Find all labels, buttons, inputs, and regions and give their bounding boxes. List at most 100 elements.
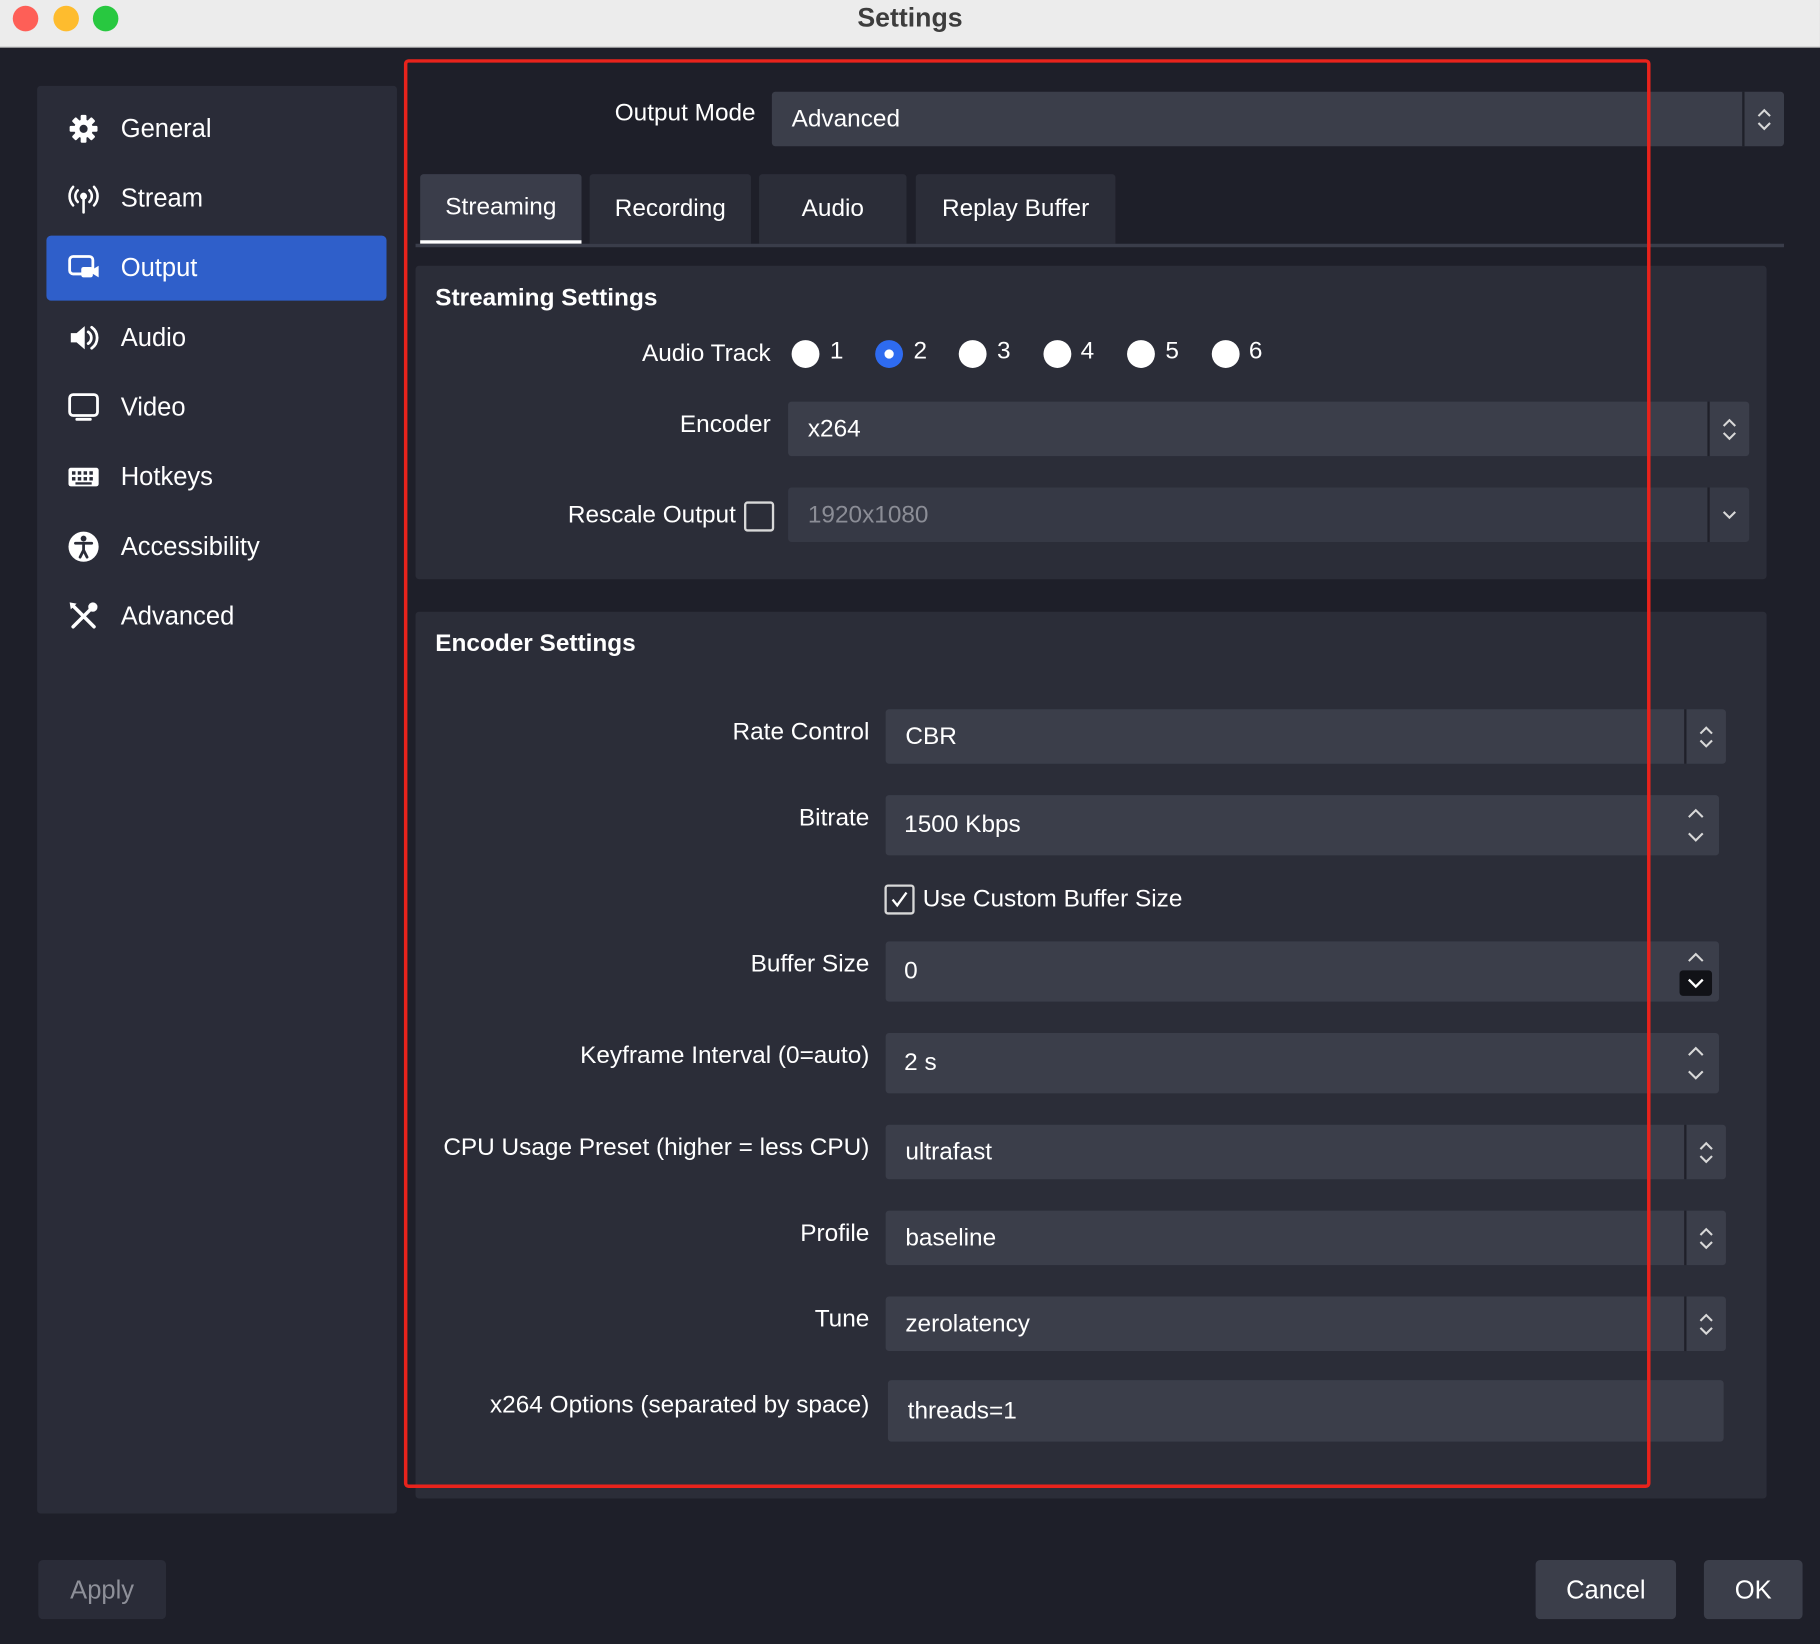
x264-options-input[interactable]: threads=1 xyxy=(887,1380,1724,1442)
checkmark-icon xyxy=(891,891,908,908)
audio-track-radio-5[interactable] xyxy=(1127,340,1155,368)
sidebar-item-label: Output xyxy=(120,253,198,283)
sidebar-item-label: Video xyxy=(120,392,186,422)
audio-track-option-label: 2 xyxy=(913,337,928,365)
chevron-down-icon xyxy=(1687,978,1704,989)
tab-streaming[interactable]: Streaming xyxy=(420,174,582,244)
sidebar-item-audio[interactable]: Audio xyxy=(46,305,386,370)
cpu-preset-select[interactable]: ultrafast xyxy=(885,1124,1726,1180)
profile-label: Profile xyxy=(800,1219,870,1247)
output-icon xyxy=(68,255,99,278)
tab-label: Recording xyxy=(614,194,726,222)
sidebar-item-label: Hotkeys xyxy=(120,461,213,491)
audio-track-option-label: 3 xyxy=(997,337,1011,365)
tools-icon xyxy=(69,602,98,629)
x264-options-label: x264 Options (separated by space) xyxy=(489,1391,870,1419)
audio-track-radio-3[interactable] xyxy=(958,340,987,368)
output-mode-select[interactable]: Advanced xyxy=(771,91,1784,147)
chevron-updown-icon xyxy=(1699,1227,1713,1250)
select-divider xyxy=(1684,709,1687,764)
window-title: Settings xyxy=(857,2,963,33)
chevron-updown-icon xyxy=(1722,418,1736,441)
select-divider xyxy=(1742,91,1745,147)
cpu-preset-label: CPU Usage Preset (higher = less CPU) xyxy=(443,1134,870,1161)
chevron-down-icon[interactable] xyxy=(1684,828,1707,847)
sidebar-item-label: Advanced xyxy=(120,601,235,631)
tune-select[interactable]: zerolatency xyxy=(885,1296,1726,1352)
chevron-updown-icon xyxy=(1699,1313,1713,1336)
cpu-preset-value: ultrafast xyxy=(905,1138,993,1166)
sidebar-item-label: Stream xyxy=(120,183,204,213)
keyboard-icon xyxy=(68,467,99,487)
buffer-size-spinbox[interactable]: 0 xyxy=(885,941,1719,1002)
tab-audio[interactable]: Audio xyxy=(759,174,907,244)
sidebar-item-output[interactable]: Output xyxy=(46,235,387,301)
encoder-label: Encoder xyxy=(679,410,771,438)
audio-track-radio-6[interactable] xyxy=(1211,340,1240,368)
output-mode-label: Output Mode xyxy=(614,99,756,127)
audio-track-radio-1[interactable] xyxy=(791,340,820,368)
ok-button[interactable]: OK xyxy=(1703,1559,1803,1620)
audio-track-label: Audio Track xyxy=(641,340,771,367)
rate-control-value: CBR xyxy=(905,723,957,750)
chevron-down-icon[interactable] xyxy=(1684,1066,1707,1085)
chevron-updown-icon xyxy=(1757,108,1771,131)
chevron-updown-icon xyxy=(1699,726,1713,748)
tune-label: Tune xyxy=(814,1305,870,1333)
sidebar-item-label: Accessibility xyxy=(120,531,260,561)
custom-buffer-label: Use Custom Buffer Size xyxy=(922,885,1183,913)
spin-down-button[interactable] xyxy=(1679,970,1713,996)
sidebar-item-general[interactable]: General xyxy=(46,96,386,161)
sidebar-item-advanced[interactable]: Advanced xyxy=(46,584,386,649)
encoder-value: x264 xyxy=(807,415,861,443)
chevron-down-icon xyxy=(1722,511,1736,520)
keyframe-interval-value: 2 s xyxy=(904,1049,937,1076)
custom-buffer-checkbox[interactable] xyxy=(884,884,915,915)
monitor-icon xyxy=(68,393,99,421)
sidebar-item-hotkeys[interactable]: Hotkeys xyxy=(46,445,386,510)
sidebar-item-video[interactable]: Video xyxy=(46,375,386,440)
audio-track-radio-4[interactable] xyxy=(1043,340,1072,368)
select-divider xyxy=(1684,1296,1687,1352)
rescale-output-checkbox[interactable] xyxy=(744,501,775,532)
rate-control-label: Rate Control xyxy=(732,718,870,746)
gear-icon xyxy=(69,114,98,143)
tune-value: zerolatency xyxy=(905,1310,1030,1338)
cancel-button[interactable]: Cancel xyxy=(1535,1559,1677,1620)
buffer-size-value: 0 xyxy=(904,957,918,985)
speaker-icon xyxy=(70,325,99,350)
accessibility-icon xyxy=(68,531,99,562)
audio-track-option-label: 5 xyxy=(1165,337,1179,365)
apply-button[interactable]: Apply xyxy=(38,1559,166,1620)
audio-track-option-label: 6 xyxy=(1248,337,1263,365)
rate-control-select[interactable]: CBR xyxy=(885,709,1726,764)
chevron-updown-icon xyxy=(1699,1141,1713,1164)
chevron-up-icon[interactable] xyxy=(1684,948,1707,967)
rescale-resolution-select[interactable]: 1920x1080 xyxy=(788,487,1750,543)
select-divider xyxy=(1707,487,1710,543)
audio-track-option-label: 1 xyxy=(829,337,844,365)
select-divider xyxy=(1707,401,1710,457)
chevron-up-icon[interactable] xyxy=(1684,1042,1707,1061)
tab-recording[interactable]: Recording xyxy=(589,174,751,244)
profile-select[interactable]: baseline xyxy=(885,1210,1726,1266)
audio-track-radio-2[interactable] xyxy=(875,340,904,368)
bitrate-spinbox[interactable]: 1500 Kbps xyxy=(885,795,1719,856)
rescale-output-label: Rescale Output xyxy=(567,501,736,529)
sidebar-item-stream[interactable]: Stream xyxy=(46,166,386,231)
bitrate-value: 1500 Kbps xyxy=(904,811,1021,839)
tab-replay-buffer[interactable]: Replay Buffer xyxy=(915,174,1116,244)
buffer-size-label: Buffer Size xyxy=(750,950,870,978)
bitrate-label: Bitrate xyxy=(798,804,870,832)
tab-label: Replay Buffer xyxy=(941,194,1090,222)
x264-options-value: threads=1 xyxy=(907,1397,1017,1425)
chevron-up-icon[interactable] xyxy=(1684,804,1707,823)
select-divider xyxy=(1684,1210,1687,1266)
keyframe-interval-spinbox[interactable]: 2 s xyxy=(885,1033,1719,1094)
encoder-select[interactable]: x264 xyxy=(788,401,1750,457)
profile-value: baseline xyxy=(905,1224,997,1252)
sidebar-item-accessibility[interactable]: Accessibility xyxy=(46,514,386,579)
output-mode-value: Advanced xyxy=(791,105,901,133)
sidebar-item-label: General xyxy=(120,113,212,143)
encoder-settings-heading: Encoder Settings xyxy=(435,630,636,657)
